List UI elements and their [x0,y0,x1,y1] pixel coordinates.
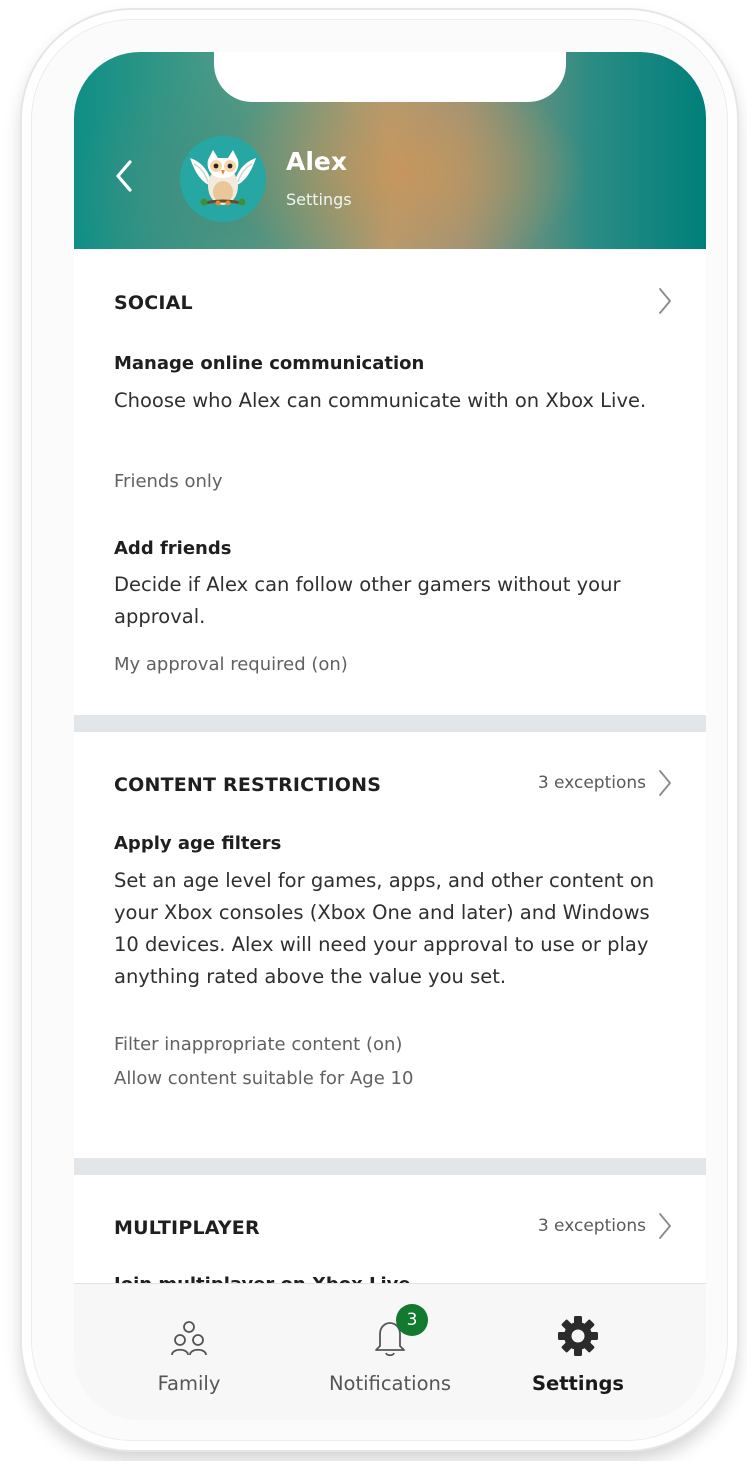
family-icon [171,1321,207,1356]
notification-badge: 3 [396,1304,428,1336]
chevron-right-icon [659,288,671,314]
profile-header: Alex Settings [74,52,706,249]
setting-title: Join multiplayer on Xbox Live [114,1274,411,1283]
tab-settings[interactable]: Settings [478,1284,678,1420]
gear-icon [558,1316,598,1356]
settings-list: SOCIAL Manage online communication Choos… [74,249,706,1283]
setting-value: Friends only [114,471,223,492]
back-button[interactable] [110,156,140,196]
setting-value: Filter inappropriate content (on) [114,1034,403,1055]
exceptions-count: 3 exceptions [537,773,646,793]
section-chevron-button[interactable] [658,287,672,315]
avatar[interactable] [180,136,266,222]
section-title: CONTENT RESTRICTIONS [114,774,382,796]
setting-title: Apply age filters [114,833,282,854]
exceptions-link[interactable]: 3 exceptions [538,769,672,797]
tab-label: Family [157,1372,221,1395]
bottom-tab-bar: Family 3 Notifications Settings [74,1283,706,1420]
tab-label: Settings [531,1372,625,1395]
profile-subtitle: Settings [286,190,352,209]
setting-description: Set an age level for games, apps, and ot… [114,869,655,988]
setting-description: Choose who Alex can communicate with on … [114,389,647,412]
tab-label: Notifications [328,1372,452,1395]
chevron-right-icon [659,770,671,796]
section-social[interactable]: SOCIAL Manage online communication Choos… [74,249,706,715]
setting-title: Add friends [114,538,232,559]
profile-name: Alex [286,147,347,176]
setting-value: My approval required (on) [114,654,348,675]
section-multiplayer[interactable]: MULTIPLAYER 3 exceptions Join multiplaye… [74,1175,706,1283]
exceptions-link[interactable]: 3 exceptions [538,1212,672,1240]
exceptions-count: 3 exceptions [537,1216,646,1236]
setting-description: Decide if Alex can follow other gamers w… [114,573,621,628]
chevron-right-icon [659,1213,671,1239]
tab-family[interactable]: Family [89,1284,289,1420]
section-content-restrictions[interactable]: CONTENT RESTRICTIONS 3 exceptions Apply … [74,732,706,1158]
setting-value: Allow content suitable for Age 10 [114,1068,414,1089]
device-notch [214,52,566,102]
tab-notifications[interactable]: 3 Notifications [290,1284,490,1420]
setting-title: Manage online communication [114,353,425,374]
section-divider [74,715,706,732]
app-screen: Alex Settings SOCIAL Manage online commu… [74,52,706,1420]
owl-avatar-icon [190,150,256,206]
section-title: SOCIAL [114,292,193,314]
section-divider [74,1158,706,1175]
section-title: MULTIPLAYER [114,1217,260,1239]
